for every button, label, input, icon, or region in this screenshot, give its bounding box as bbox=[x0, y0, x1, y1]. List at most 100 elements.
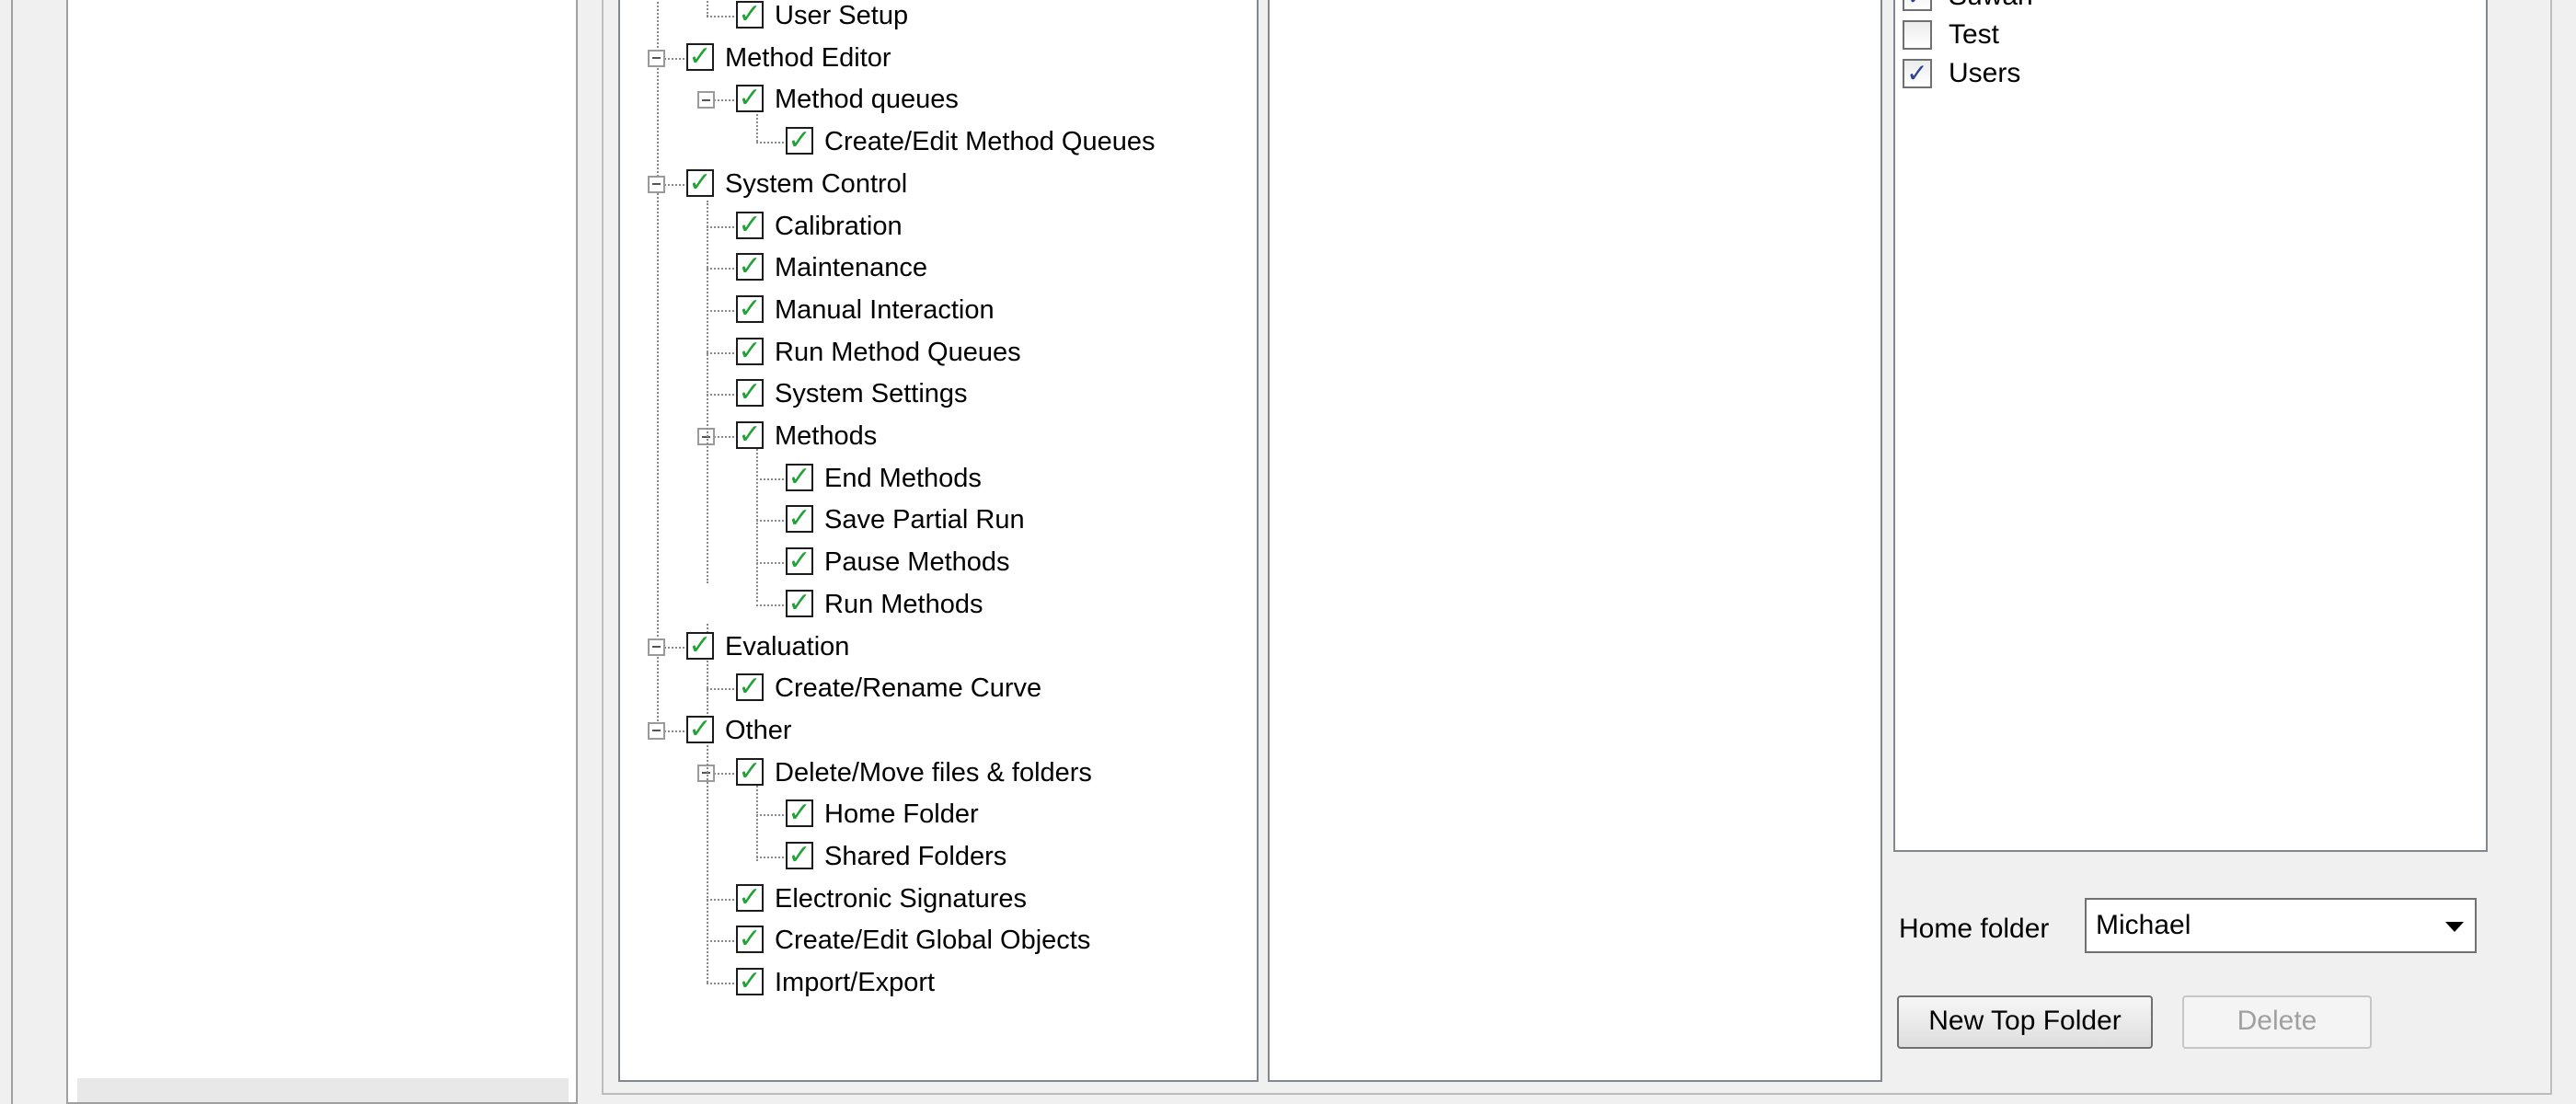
tree-item-pause-methods[interactable]: ✓ Pause Methods bbox=[786, 545, 1227, 581]
tree-checkbox[interactable]: ✓ bbox=[736, 1, 764, 29]
tree-item-evaluation[interactable]: ✓ Evaluation bbox=[686, 629, 1227, 666]
tree-item-label: User Setup bbox=[775, 1, 909, 30]
folder-checkbox[interactable] bbox=[1903, 20, 1932, 50]
check-icon: ✓ bbox=[738, 335, 762, 366]
check-icon: ✓ bbox=[738, 420, 762, 450]
tree-item-label: Shared Folders bbox=[824, 842, 1007, 871]
tree-item-method-editor[interactable]: ✓ Method Editor bbox=[686, 40, 1227, 77]
tree-item-import-export[interactable]: ✓ Import/Export bbox=[736, 965, 1227, 1002]
tree-guide-line bbox=[657, 0, 659, 725]
tree-checkbox[interactable]: ✓ bbox=[736, 924, 764, 955]
folders-list[interactable]: ✓ Suwan Test ✓ Users bbox=[1893, 0, 2488, 852]
tree-item-maintenance[interactable]: ✓ Maintenance bbox=[736, 250, 1227, 287]
folder-checkbox[interactable]: ✓ bbox=[1903, 59, 1932, 88]
tree-item-run-methods[interactable]: ✓ Run Methods bbox=[786, 587, 1227, 624]
tree-checkbox[interactable]: ✓ bbox=[736, 335, 764, 366]
tree-connector-line bbox=[707, 268, 734, 270]
check-icon: ✓ bbox=[1906, 0, 1927, 10]
tree-checkbox[interactable]: ✓ bbox=[736, 883, 764, 912]
tree-connector-line bbox=[707, 309, 734, 312]
tree-checkbox[interactable]: ✓ bbox=[786, 463, 813, 491]
delete-button[interactable]: Delete bbox=[2182, 995, 2372, 1049]
tree-checkbox[interactable]: ✓ bbox=[736, 294, 764, 323]
tree-checkbox[interactable]: ✓ bbox=[686, 167, 714, 198]
tree-item-system-settings[interactable]: ✓ System Settings bbox=[736, 376, 1227, 413]
tree-item-label: System Settings bbox=[775, 379, 968, 409]
method-editor-collapse-icon[interactable] bbox=[648, 49, 665, 67]
tree-item-shared-folders[interactable]: ✓ Shared Folders bbox=[786, 839, 1227, 876]
tree-checkbox[interactable]: ✓ bbox=[736, 672, 764, 703]
tree-checkbox[interactable]: ✓ bbox=[786, 842, 813, 869]
tree-item-create-rename-curve[interactable]: ✓ Create/Rename Curve bbox=[736, 671, 1227, 707]
tree-checkbox[interactable]: ✓ bbox=[736, 251, 764, 282]
check-icon: ✓ bbox=[688, 629, 712, 661]
tree-item-label: Methods bbox=[775, 421, 878, 451]
tree-connector-line bbox=[756, 562, 784, 565]
check-icon: ✓ bbox=[738, 924, 762, 955]
tree-checkbox[interactable]: ✓ bbox=[736, 421, 764, 449]
method-queues-collapse-icon[interactable] bbox=[697, 91, 715, 109]
evaluation-collapse-icon[interactable] bbox=[648, 638, 665, 656]
tree-checkbox[interactable]: ✓ bbox=[686, 629, 714, 661]
new-top-folder-button[interactable]: New Top Folder bbox=[1897, 995, 2153, 1049]
tree-checkbox[interactable]: ✓ bbox=[686, 713, 714, 744]
tree-item-other[interactable]: ✓ Other bbox=[686, 713, 1227, 750]
home-folder-dropdown[interactable]: Michael bbox=[2085, 898, 2477, 953]
tree-checkbox[interactable]: ✓ bbox=[686, 42, 714, 71]
tree-item-end-methods[interactable]: ✓ End Methods bbox=[786, 461, 1227, 498]
tree-item-run-method-queues[interactable]: ✓ Run Method Queues bbox=[736, 335, 1227, 372]
tree-item-calibration[interactable]: ✓ Calibration bbox=[736, 209, 1227, 246]
tree-item-label: Delete/Move files & folders bbox=[775, 757, 1092, 788]
tree-checkbox[interactable]: ✓ bbox=[736, 211, 764, 239]
check-icon: ✓ bbox=[788, 798, 811, 829]
tree-checkbox[interactable]: ✓ bbox=[786, 589, 813, 617]
check-icon: ✓ bbox=[688, 167, 712, 198]
tree-checkbox[interactable]: ✓ bbox=[786, 127, 813, 155]
tree-item-label: Run Method Queues bbox=[775, 337, 1021, 367]
tree-checkbox[interactable]: ✓ bbox=[736, 379, 764, 408]
folder-item-label: Users bbox=[1949, 58, 2021, 88]
tree-item-label: Pause Methods bbox=[824, 547, 1010, 578]
tree-connector-line bbox=[707, 898, 734, 901]
tree-item-create-edit-method-queues[interactable]: ✓ Create/Edit Method Queues bbox=[786, 124, 1227, 161]
tree-connector-line bbox=[707, 940, 734, 943]
tree-item-label: Save Partial Run bbox=[824, 505, 1025, 535]
tree-item-label: Evaluation bbox=[725, 631, 850, 661]
folder-checkbox[interactable]: ✓ bbox=[1903, 0, 1932, 11]
tree-guide-line bbox=[707, 0, 708, 17]
tree-connector-line bbox=[756, 857, 784, 858]
tree-checkbox[interactable]: ✓ bbox=[786, 547, 813, 576]
check-icon: ✓ bbox=[738, 672, 762, 703]
tree-item-label: Create/Rename Curve bbox=[775, 673, 1042, 704]
folder-item-label: Suwan bbox=[1949, 0, 2033, 15]
tree-item-manual-interaction[interactable]: ✓ Manual Interaction bbox=[736, 293, 1227, 329]
permissions-tree[interactable]: ✓ User Setup ✓ Method Editor ✓ Method queues ✓… bbox=[618, 0, 1259, 1082]
tree-item-label: Create/Edit Global Objects bbox=[775, 926, 1091, 956]
tree-item-label: Home Folder bbox=[824, 799, 979, 830]
tree-connector-line bbox=[707, 351, 734, 354]
check-icon: ✓ bbox=[688, 713, 712, 744]
tree-item-label: System Control bbox=[725, 168, 908, 199]
tree-guide-line bbox=[707, 201, 708, 583]
tree-item-methods[interactable]: ✓ Methods bbox=[736, 419, 1227, 455]
tree-item-delete-move-files-folders[interactable]: ✓ Delete/Move files & folders bbox=[736, 755, 1227, 792]
left-pane-scrollbar[interactable] bbox=[77, 1078, 569, 1102]
tree-checkbox[interactable]: ✓ bbox=[736, 757, 764, 786]
tree-item-user-setup[interactable]: ✓ User Setup bbox=[736, 0, 1227, 35]
tree-item-electronic-signatures[interactable]: ✓ Electronic Signatures bbox=[736, 881, 1227, 918]
other-collapse-icon[interactable] bbox=[648, 721, 665, 740]
tree-item-system-control[interactable]: ✓ System Control bbox=[686, 167, 1227, 203]
tree-connector-line bbox=[756, 520, 784, 523]
tree-item-save-partial-run[interactable]: ✓ Save Partial Run bbox=[786, 502, 1227, 539]
system-control-collapse-icon[interactable] bbox=[648, 175, 665, 193]
tree-item-home-folder[interactable]: ✓ Home Folder bbox=[786, 797, 1227, 834]
tree-checkbox[interactable]: ✓ bbox=[736, 968, 764, 996]
check-icon: ✓ bbox=[738, 251, 762, 282]
tree-checkbox[interactable]: ✓ bbox=[786, 505, 813, 534]
tree-checkbox[interactable]: ✓ bbox=[786, 798, 813, 829]
tree-item-create-edit-global-objects[interactable]: ✓ Create/Edit Global Objects bbox=[736, 923, 1227, 960]
tree-checkbox[interactable]: ✓ bbox=[736, 85, 764, 113]
middle-list-panel[interactable] bbox=[1268, 0, 1882, 1082]
tree-item-method-queues[interactable]: ✓ Method queues bbox=[736, 82, 1227, 119]
tree-item-label: Import/Export bbox=[775, 968, 936, 998]
